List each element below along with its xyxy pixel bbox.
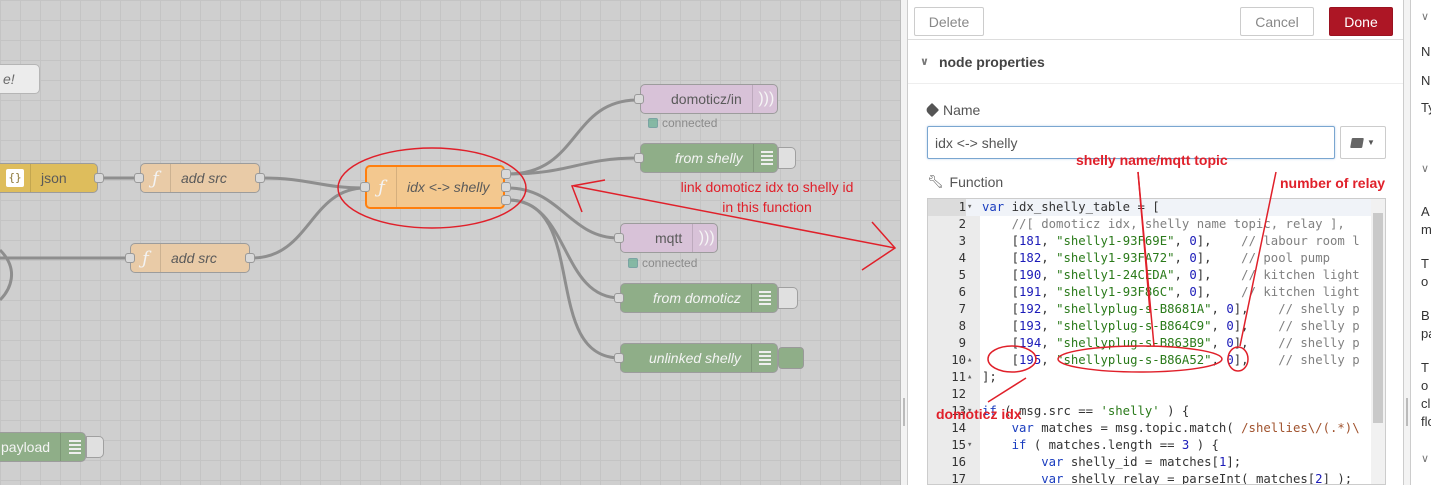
annotation-shelly-name: shelly name/mqtt topic [1076,152,1228,168]
sidebar-text-2a: T [1421,256,1429,271]
sidebar-text-4b: o [1421,378,1429,393]
annotation-overlay-canvas [337,147,897,271]
sidebar-row-3: Ty [1421,100,1431,115]
annotation-ellipse-node [337,147,527,229]
annotation-arrow-head-right [861,221,897,271]
annotation-line-name-2 [1137,171,1151,313]
sidebar-text-4d: flo [1421,414,1431,429]
sidebar-chevron-icon[interactable]: ∨ [1421,10,1429,23]
annotation-line-relay [1239,171,1277,347]
sidebar-chevron-icon[interactable]: ∨ [1421,162,1429,175]
sidebar-chevron-icon[interactable]: ∨ [1421,452,1429,465]
sidebar-text-2b: o [1421,274,1429,289]
annotation-number-of-relay: number of relay [1280,175,1386,191]
sidebar-text-1a: A [1421,204,1430,219]
sidebar-text-3a: B [1421,308,1430,323]
sidebar-splitter[interactable] [1403,0,1411,485]
annotation-line-idx [987,377,1027,403]
annotation-ellipse-name [1057,345,1223,373]
edit-tray: Delete Cancel Done ∨ node properties Nam… [908,0,1403,485]
info-sidebar: ∨ N N Ty ∨ A m T o B pa T o cl flo ∨ [1411,0,1431,485]
annotation-domoticz-idx: domoticz idx [936,406,1022,422]
canvas-tray-splitter[interactable] [900,0,908,485]
sidebar-row-1: N [1421,44,1431,59]
annotation-ellipse-idx [987,345,1037,373]
sidebar-text-4a: T [1421,360,1429,375]
annotation-arrow-head-left [570,179,606,213]
flow-canvas[interactable]: e! {} json ƒ add src ƒ add src ƒ idx <->… [0,0,900,485]
sidebar-text-3b: pa [1421,326,1431,341]
annotation-ellipse-relay [1227,346,1249,372]
sidebar-text-1b: m [1421,222,1431,237]
annotation-link-note: link domoticz idx to shelly id in this f… [680,179,854,215]
sidebar-row-2: N [1421,73,1431,88]
sidebar-text-4c: cl [1421,396,1431,411]
